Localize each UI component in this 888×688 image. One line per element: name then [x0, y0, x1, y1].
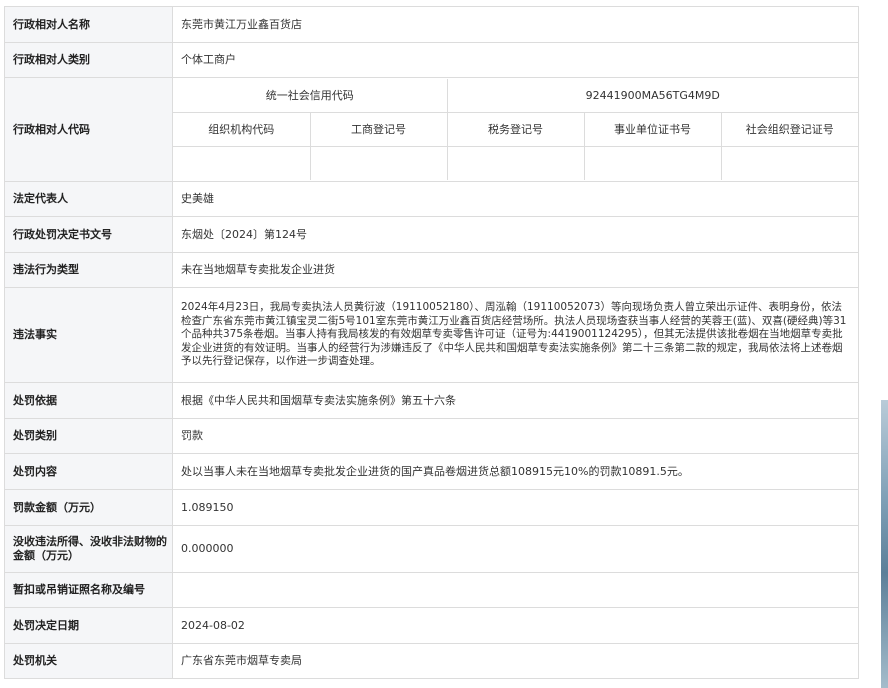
field-value-decision-number: 东烟处〔2024〕第124号: [172, 216, 859, 253]
field-label-penalty-content: 处罚内容: [4, 453, 173, 490]
code-value-org: [173, 146, 310, 180]
code-header-business-reg: 工商登记号: [309, 112, 447, 147]
code-value-tax-reg: [446, 146, 584, 180]
table-row: 处罚依据 根据《中华人民共和国烟草专卖法实施条例》第五十六条: [4, 382, 859, 419]
code-header-institution-cert: 事业单位证书号: [583, 112, 721, 147]
table-row: 处罚决定日期 2024-08-02: [4, 607, 859, 644]
field-label-party-name: 行政相对人名称: [4, 6, 173, 43]
uscc-label: 统一社会信用代码: [265, 88, 354, 102]
table-row: 违法行为类型 未在当地烟草专卖批发企业进货: [4, 252, 859, 288]
field-value-party-type: 个体工商户: [172, 42, 859, 78]
code-header-social-org: 社会组织登记证号: [720, 112, 858, 147]
table-row: 处罚机关 广东省东莞市烟草专卖局: [4, 643, 859, 679]
party-code-block: 统一社会信用代码 92441900MA56TG4M9D 组织机构代码 工商登记号…: [172, 77, 859, 182]
code-header-row: 组织机构代码 工商登记号 税务登记号 事业单位证书号 社会组织登记证号: [173, 112, 858, 147]
table-row: 行政相对人类别 个体工商户: [4, 42, 859, 78]
code-value-institution-cert: [583, 146, 721, 180]
table-row: 法定代表人 史美雄: [4, 181, 859, 217]
field-label-license-suspension: 暂扣或吊销证照名称及编号: [4, 572, 173, 608]
code-value-business-reg: [309, 146, 447, 180]
field-value-fine-amount: 1.089150: [172, 489, 859, 526]
field-label-penalty-basis: 处罚依据: [4, 382, 173, 419]
code-value-row: [173, 146, 858, 180]
penalty-info-panel: 行政相对人名称 东莞市黄江万业鑫百货店 行政相对人类别 个体工商户 行政相对人代…: [4, 6, 859, 679]
field-value-violation-facts: 2024年4月23日，我局专卖执法人员黄衍波（19110052180）、周泓翰（…: [172, 287, 859, 383]
code-row-uscc: 统一社会信用代码 92441900MA56TG4M9D: [173, 79, 858, 113]
table-row: 处罚类别 罚款: [4, 418, 859, 454]
field-label-fine-amount: 罚款金额（万元）: [4, 489, 173, 526]
field-label-decision-number: 行政处罚决定书文号: [4, 216, 173, 253]
field-label-legal-rep: 法定代表人: [4, 181, 173, 217]
field-value-confiscation-amount: 0.000000: [172, 525, 859, 573]
field-value-penalty-authority: 广东省东莞市烟草专卖局: [172, 643, 859, 679]
background-photo-strip: [881, 400, 888, 688]
field-label-penalty-category: 处罚类别: [4, 418, 173, 454]
field-label-party-type: 行政相对人类别: [4, 42, 173, 78]
uscc-value: 92441900MA56TG4M9D: [446, 79, 858, 113]
table-row: 暂扣或吊销证照名称及编号: [4, 572, 859, 608]
code-header-org: 组织机构代码: [173, 112, 310, 147]
field-label-party-code: 行政相对人代码: [4, 77, 173, 182]
code-value-social-org: [720, 146, 858, 180]
field-label-violation-facts: 违法事实: [4, 287, 173, 383]
party-code-table: 统一社会信用代码 92441900MA56TG4M9D 组织机构代码 工商登记号…: [173, 79, 858, 180]
table-row: 处罚内容 处以当事人未在当地烟草专卖批发企业进货的国产真品卷烟进货总额10891…: [4, 453, 859, 490]
field-value-violation-type: 未在当地烟草专卖批发企业进货: [172, 252, 859, 288]
table-row: 没收违法所得、没收非法财物的金额（万元） 0.000000: [4, 525, 859, 573]
field-value-penalty-basis: 根据《中华人民共和国烟草专卖法实施条例》第五十六条: [172, 382, 859, 419]
table-row: 行政相对人代码 统一社会信用代码 92441900MA56TG4M9D 组织机构…: [4, 77, 859, 182]
table-row: 罚款金额（万元） 1.089150: [4, 489, 859, 526]
field-value-license-suspension: [172, 572, 859, 608]
table-row: 行政相对人名称 东莞市黄江万业鑫百货店: [4, 6, 859, 43]
field-label-decision-date: 处罚决定日期: [4, 607, 173, 644]
code-header-tax-reg: 税务登记号: [446, 112, 584, 147]
field-value-party-name: 东莞市黄江万业鑫百货店: [172, 6, 859, 43]
table-row: 行政处罚决定书文号 东烟处〔2024〕第124号: [4, 216, 859, 253]
field-value-penalty-category: 罚款: [172, 418, 859, 454]
field-label-penalty-authority: 处罚机关: [4, 643, 173, 679]
field-value-decision-date: 2024-08-02: [172, 607, 859, 644]
field-label-violation-type: 违法行为类型: [4, 252, 173, 288]
table-row: 违法事实 2024年4月23日，我局专卖执法人员黄衍波（19110052180）…: [4, 287, 859, 383]
penalty-info-table: 行政相对人名称 东莞市黄江万业鑫百货店 行政相对人类别 个体工商户 行政相对人代…: [4, 6, 859, 679]
field-value-legal-rep: 史美雄: [172, 181, 859, 217]
field-value-penalty-content: 处以当事人未在当地烟草专卖批发企业进货的国产真品卷烟进货总额108915元10%…: [172, 453, 859, 490]
field-label-confiscation-amount: 没收违法所得、没收非法财物的金额（万元）: [4, 525, 173, 573]
